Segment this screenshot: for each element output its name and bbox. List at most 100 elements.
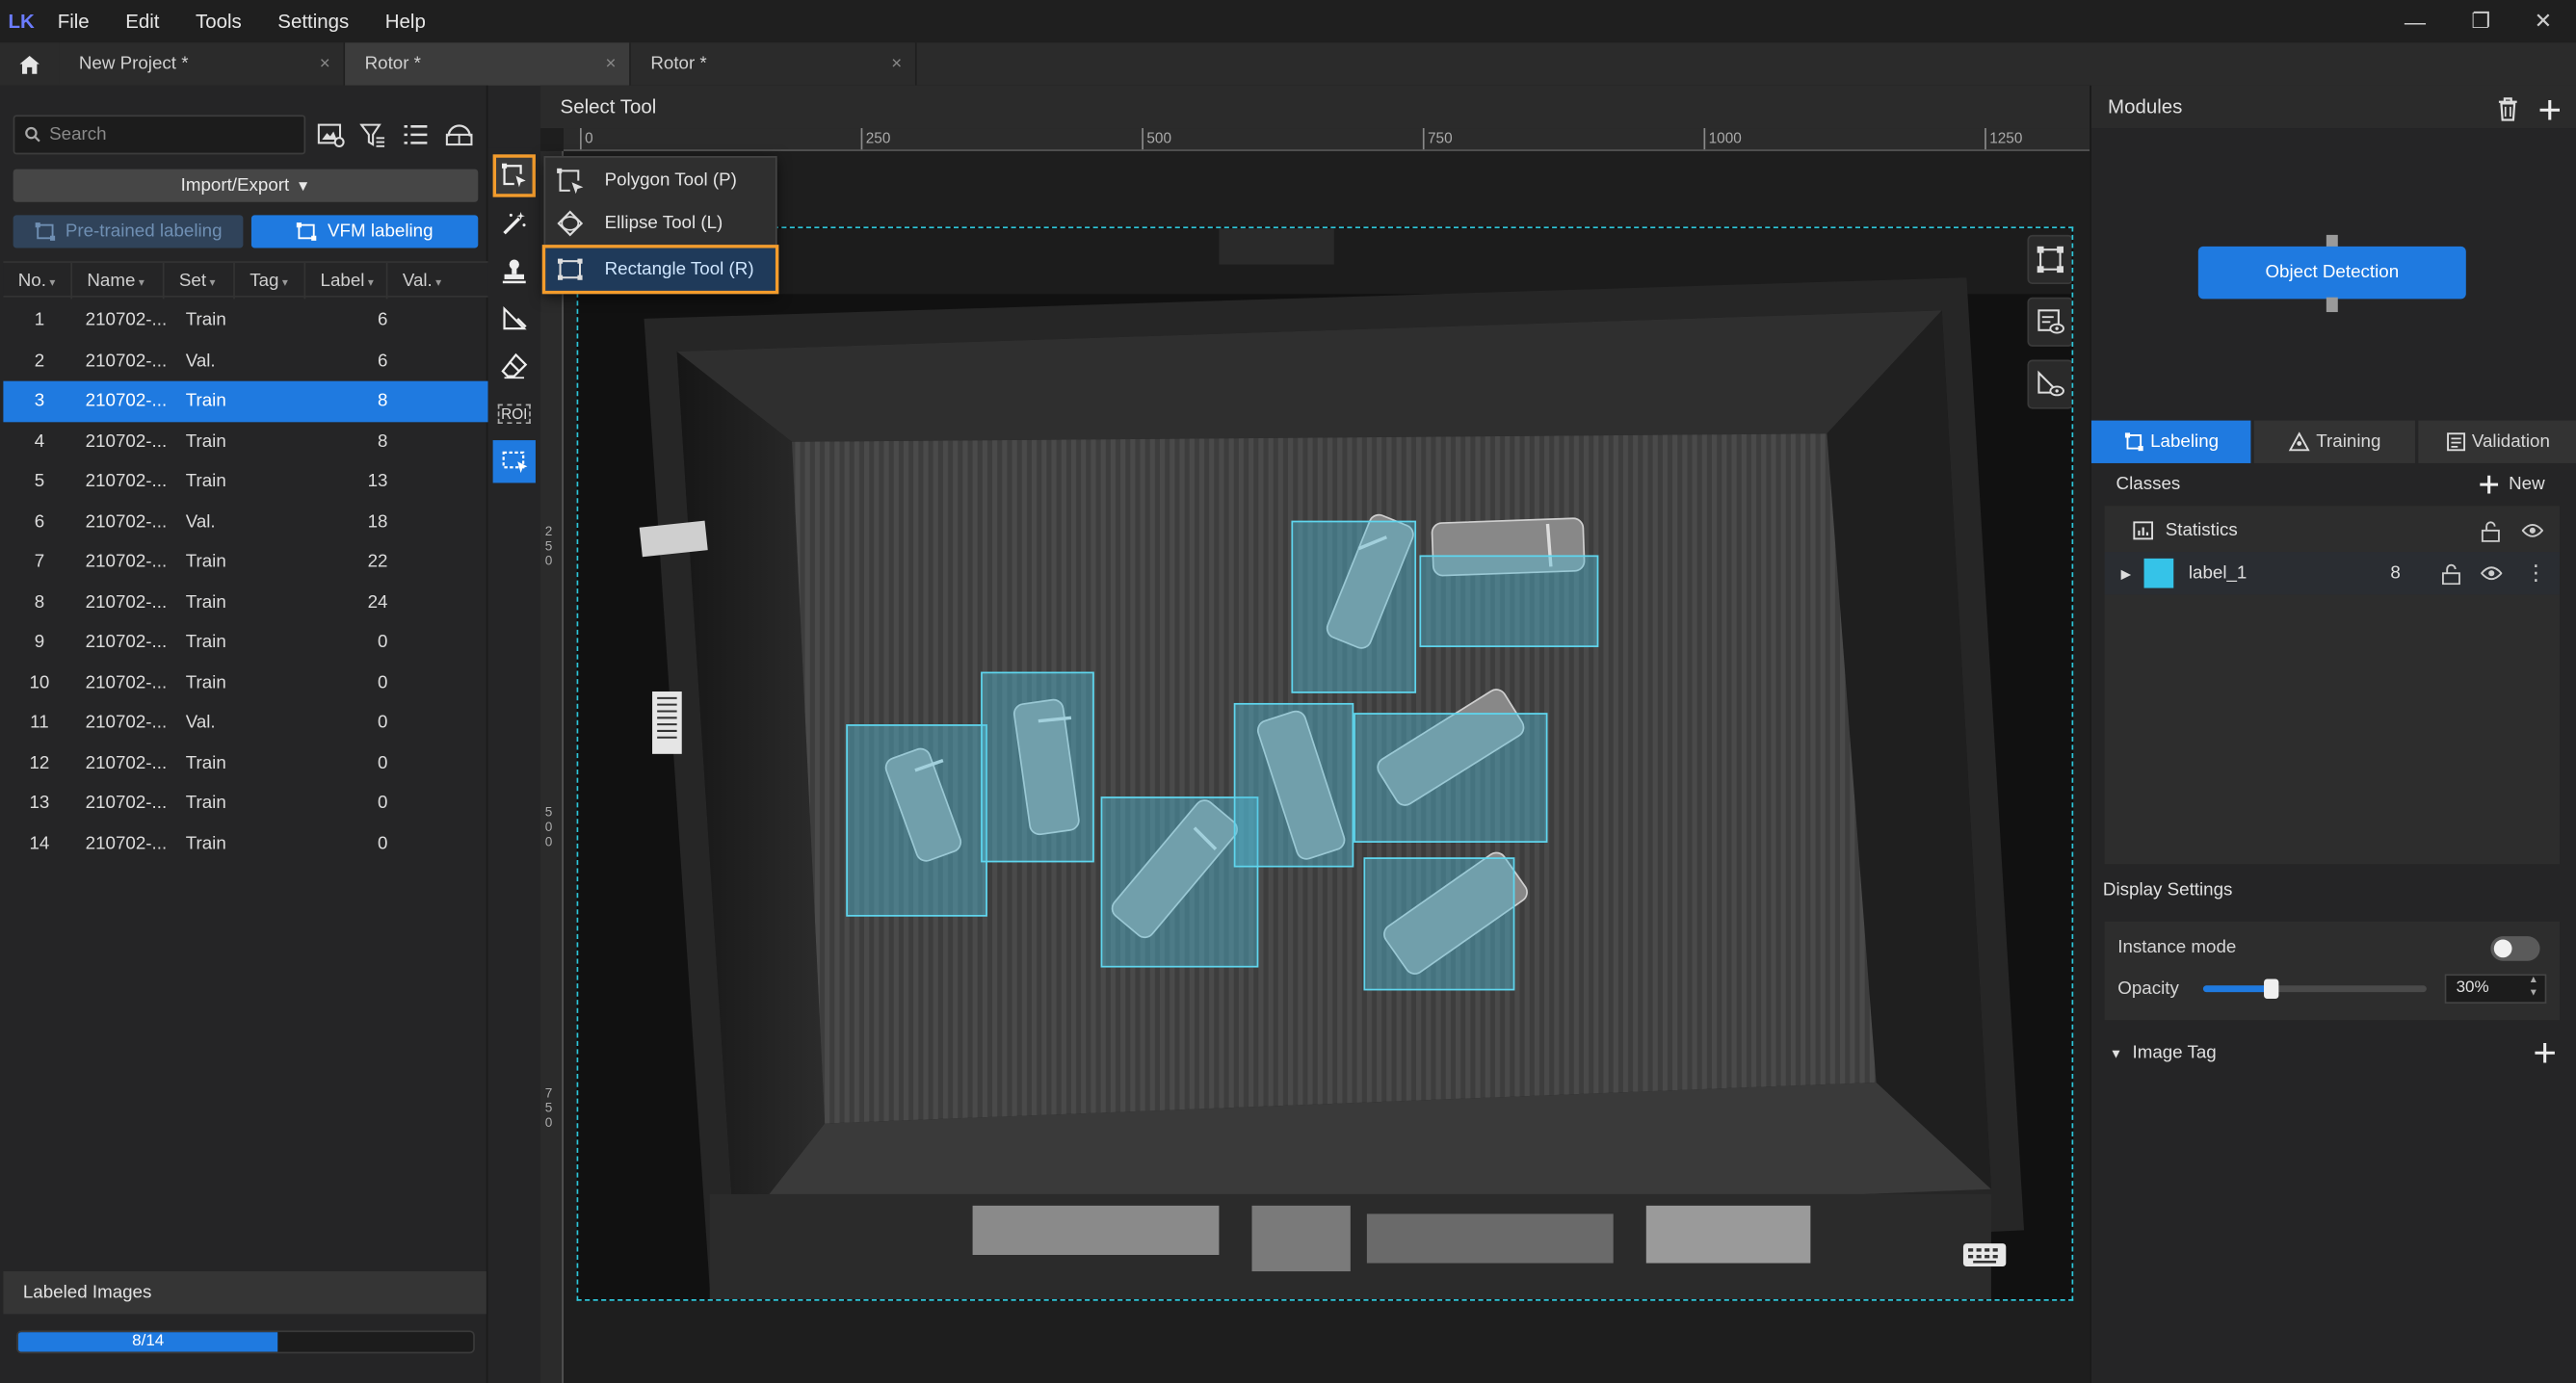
bounding-box[interactable] xyxy=(1419,555,1599,647)
more-options-icon[interactable]: ⋮ xyxy=(2525,561,2546,583)
object-detection-module[interactable]: Object Detection xyxy=(2197,246,2466,300)
auto-label-icon xyxy=(297,222,317,241)
table-row[interactable]: 14 210702-... Train 0 xyxy=(3,823,487,864)
home-button[interactable] xyxy=(0,42,60,86)
smart-wand-button[interactable] xyxy=(493,202,536,245)
add-image-tag-button[interactable] xyxy=(2534,1041,2557,1069)
statistics-row[interactable]: Statistics xyxy=(2105,509,2560,552)
search-input[interactable]: Search xyxy=(13,115,306,155)
opacity-slider-handle[interactable] xyxy=(2263,979,2279,999)
table-row[interactable]: 10 210702-... Train 0 xyxy=(3,663,487,703)
label-visibility-button[interactable] xyxy=(2027,297,2072,347)
bounding-box[interactable] xyxy=(1354,713,1548,843)
tab-close-icon[interactable]: × xyxy=(891,42,902,85)
column-header-val[interactable]: Val. xyxy=(387,263,481,300)
table-row[interactable]: 3 210702-... Train 8 xyxy=(3,380,488,422)
table-row[interactable]: 5 210702-... Train 13 xyxy=(3,461,487,502)
table-row[interactable]: 12 210702-... Train 0 xyxy=(3,744,487,784)
ellipse-tool-item[interactable]: Ellipse Tool (L) xyxy=(545,202,775,245)
tab-close-icon[interactable]: × xyxy=(320,42,330,85)
tab-bar: New Project * × Rotor * × Rotor * × xyxy=(0,42,2576,86)
eraser-button[interactable] xyxy=(493,345,536,387)
bounding-box[interactable] xyxy=(1291,520,1417,693)
vfm-labeling-button[interactable]: VFM labeling xyxy=(250,215,479,248)
table-row[interactable]: 8 210702-... Train 24 xyxy=(3,583,487,623)
table-row[interactable]: 7 210702-... Train 22 xyxy=(3,542,487,583)
restore-button[interactable]: ❐ xyxy=(2448,0,2513,42)
view-mode-button[interactable] xyxy=(442,118,475,151)
select-tool-button[interactable] xyxy=(492,440,536,483)
delete-module-button[interactable] xyxy=(2497,93,2518,136)
polygon-tool-item[interactable]: Polygon Tool (P) xyxy=(545,159,775,201)
bounding-box[interactable] xyxy=(1363,857,1515,991)
roi-tool-button[interactable]: ROI xyxy=(493,393,536,435)
select-rect-icon xyxy=(501,451,527,474)
table-row[interactable]: 11 210702-... Val. 0 xyxy=(3,703,487,744)
stamp-tool-button[interactable] xyxy=(493,249,536,292)
unlock-icon[interactable] xyxy=(2481,520,2500,541)
menu-edit[interactable]: Edit xyxy=(107,0,177,42)
add-module-button[interactable] xyxy=(2538,93,2562,136)
list-view-button[interactable] xyxy=(399,118,432,151)
unlock-icon[interactable] xyxy=(2441,562,2460,585)
menu-file[interactable]: File xyxy=(39,0,108,42)
menu-help[interactable]: Help xyxy=(367,0,444,42)
column-header-name[interactable]: Name xyxy=(72,262,165,300)
expand-arrow-icon[interactable]: ▶ xyxy=(2121,566,2131,581)
shape-edit-icon xyxy=(503,305,527,330)
shape-tool-button[interactable] xyxy=(492,154,536,197)
bounding-box[interactable] xyxy=(981,671,1094,863)
table-row[interactable]: 1 210702-... Train 6 xyxy=(3,300,487,341)
import-export-button[interactable]: Import/Export ▼ xyxy=(13,169,479,202)
menu-settings[interactable]: Settings xyxy=(260,0,367,42)
opacity-slider[interactable] xyxy=(2202,979,2427,999)
eye-icon[interactable] xyxy=(2521,522,2543,538)
table-row[interactable]: 4 210702-... Train 8 xyxy=(3,421,487,461)
image-tag-title: Image Tag xyxy=(2132,1042,2217,1063)
column-header-set[interactable]: Set xyxy=(165,262,235,300)
cell-label: 0 xyxy=(378,672,388,693)
close-window-button[interactable]: ✕ xyxy=(2510,0,2576,42)
column-header-label[interactable]: Label xyxy=(305,262,388,300)
pretrained-labeling-button[interactable]: Pre-trained labeling xyxy=(13,215,244,248)
collapse-arrow-icon[interactable]: ▼ xyxy=(2110,1046,2123,1060)
bounding-box[interactable] xyxy=(1233,702,1354,868)
image-settings-button[interactable] xyxy=(314,118,347,151)
tab-validation[interactable]: Validation xyxy=(2417,420,2576,463)
edit-shape-button[interactable] xyxy=(493,298,536,340)
class-row-label-1[interactable]: ▶ label_1 8 ⋮ xyxy=(2104,552,2561,595)
table-row[interactable]: 9 210702-... Train 0 xyxy=(3,622,487,663)
eye-icon[interactable] xyxy=(2481,565,2503,582)
column-header-tag[interactable]: Tag xyxy=(235,262,306,300)
instance-mode-toggle[interactable] xyxy=(2490,936,2540,961)
tab-training[interactable]: Training xyxy=(2254,420,2415,463)
tab-close-icon[interactable]: × xyxy=(606,42,617,85)
table-row[interactable]: 2 210702-... Val. 6 xyxy=(3,341,487,381)
tab-labeling[interactable]: Labeling xyxy=(2090,420,2251,463)
cell-no: 14 xyxy=(29,833,50,854)
bounding-box[interactable] xyxy=(846,724,987,917)
tab-rotor[interactable]: Rotor * × xyxy=(630,42,917,86)
image-canvas[interactable] xyxy=(576,226,2074,1301)
menu-tools[interactable]: Tools xyxy=(177,0,259,42)
class-color-swatch[interactable] xyxy=(2143,558,2174,588)
spin-arrows-icon[interactable]: ▲ ▼ xyxy=(2529,974,2538,1000)
image-tag-section[interactable]: ▼ Image Tag xyxy=(2110,1038,2563,1068)
opacity-input[interactable]: 30% ▲ ▼ xyxy=(2444,974,2547,1005)
table-row[interactable]: 13 210702-... Train 0 xyxy=(3,784,487,824)
minimize-button[interactable]: — xyxy=(2382,0,2448,42)
filter-button[interactable] xyxy=(356,118,389,151)
cell-set: Train xyxy=(185,794,226,814)
rectangle-tool-item[interactable]: Rectangle Tool (R) xyxy=(541,245,779,295)
tab-new-project[interactable]: New Project * × xyxy=(59,42,346,86)
new-class-button[interactable]: New xyxy=(2479,466,2545,503)
column-header-no[interactable]: No. xyxy=(3,262,73,300)
cell-no: 9 xyxy=(34,633,45,653)
keyboard-shortcuts-button[interactable] xyxy=(1961,1230,2008,1279)
tab-rotor-active[interactable]: Rotor * × xyxy=(345,42,631,86)
table-row[interactable]: 6 210702-... Val. 18 xyxy=(3,502,487,542)
cell-name: 210702-... xyxy=(85,794,168,814)
fit-view-button[interactable] xyxy=(2027,234,2072,285)
cell-name: 210702-... xyxy=(85,672,168,693)
mask-visibility-button[interactable] xyxy=(2027,359,2072,409)
